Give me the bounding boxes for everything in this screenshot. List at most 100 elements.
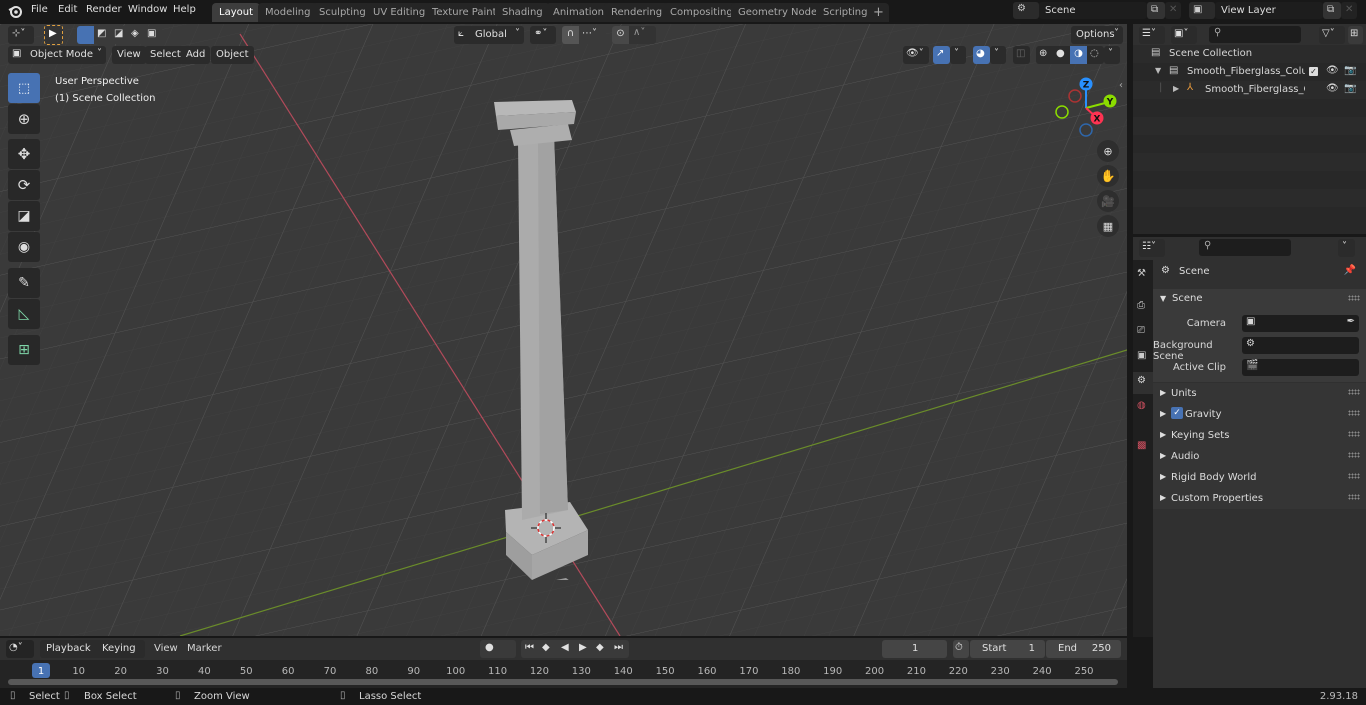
camera-field[interactable]: ▣ ✒ <box>1242 315 1359 332</box>
tab-uv-editing[interactable]: UV Editing <box>366 3 433 22</box>
measure-tool[interactable]: ◺ <box>8 299 40 329</box>
preview-range-toggle[interactable]: ⏱ <box>953 640 969 658</box>
options-dropdown[interactable]: Options ˅ <box>1071 26 1123 44</box>
end-frame-field[interactable]: End 250 <box>1046 640 1121 658</box>
exclude-checkbox[interactable]: ✓ <box>1309 67 1318 76</box>
active-clip-field[interactable]: 🎬 <box>1242 359 1359 376</box>
drag-handle-icon[interactable] <box>1348 389 1360 395</box>
outliner-row-scene-collection[interactable]: ▤ Scene Collection <box>1133 45 1366 63</box>
drag-handle-icon[interactable] <box>1348 295 1360 301</box>
sidebar-toggle-icon[interactable]: ‹ <box>1119 80 1123 91</box>
start-frame-field[interactable]: Start 1 <box>970 640 1045 658</box>
camera-view-button[interactable]: 🎥 <box>1097 190 1119 212</box>
rigid-body-world-panel-header[interactable]: ▶ Rigid Body World <box>1153 467 1366 488</box>
properties-search[interactable]: ⚲ <box>1199 239 1291 256</box>
drag-handle-icon[interactable] <box>1348 431 1360 437</box>
tool-select-button[interactable]: ▶ <box>44 25 63 45</box>
pin-icon[interactable]: 📌 <box>1344 265 1356 276</box>
visibility-dropdown[interactable]: 👁˅ <box>903 46 929 64</box>
new-scene-button[interactable]: ⧉ <box>1147 2 1165 19</box>
select-box-tool[interactable]: ⬚ <box>8 73 40 103</box>
select-extend-button[interactable]: ◩ <box>97 28 106 39</box>
menu-object[interactable]: Object <box>211 46 254 64</box>
play-reverse-button[interactable]: ◀ <box>561 642 569 653</box>
eyedropper-icon[interactable]: ✒ <box>1347 316 1355 327</box>
gravity-panel-header[interactable]: ▶ ✓ Gravity <box>1153 404 1366 425</box>
tab-modeling[interactable]: Modeling <box>258 3 318 22</box>
custom-properties-panel-header[interactable]: ▶ Custom Properties <box>1153 488 1366 509</box>
timeline-scrollbar[interactable] <box>8 679 1118 685</box>
eye-icon[interactable]: 👁 <box>1326 65 1339 76</box>
camera-icon[interactable]: 📷 <box>1344 65 1356 76</box>
new-collection-button[interactable]: ⊞ <box>1348 26 1363 44</box>
play-button[interactable]: ▶ <box>579 642 587 653</box>
output-tab-icon[interactable]: ⎚ <box>1137 325 1145 336</box>
scene-tab-icon[interactable]: ⚙ <box>1133 372 1153 394</box>
tool-tab-icon[interactable]: ⚒ <box>1137 268 1146 279</box>
drag-handle-icon[interactable] <box>1348 473 1360 479</box>
pan-view-button[interactable]: ✋ <box>1097 165 1119 187</box>
menu-help[interactable]: Help <box>173 4 196 15</box>
properties-editor-type[interactable]: ☷˅ <box>1139 239 1165 257</box>
world-tab-icon[interactable]: ◍ <box>1137 400 1146 411</box>
expand-arrow-icon[interactable]: ▼ <box>1155 66 1161 75</box>
zoom-view-button[interactable]: ⊕ <box>1097 140 1119 162</box>
render-tab-icon[interactable]: ⎙ <box>1137 300 1145 311</box>
scene-type-dropdown[interactable]: ⚙ <box>1013 2 1039 19</box>
gizmo-dropdown[interactable]: ˅ <box>950 46 966 64</box>
jump-start-button[interactable]: ⏮ <box>525 642 534 653</box>
prev-keyframe-button[interactable]: ◆ <box>542 642 550 653</box>
gizmo-toggle[interactable]: ↗ <box>933 46 950 64</box>
properties-options-dropdown[interactable]: ˅ <box>1338 239 1355 257</box>
menu-playback[interactable]: Playback <box>46 643 91 654</box>
select-invert-button[interactable]: ◈ <box>131 28 139 39</box>
audio-panel-header[interactable]: ▶ Audio <box>1153 446 1366 467</box>
snap-toggle-button[interactable]: ∩ <box>562 26 579 44</box>
menu-view[interactable]: View <box>154 643 178 654</box>
tab-layout[interactable]: Layout <box>212 3 260 22</box>
tab-shading[interactable]: Shading <box>495 3 550 22</box>
outliner-search[interactable]: ⚲ <box>1209 26 1301 43</box>
eye-icon[interactable]: 👁 <box>1326 83 1339 94</box>
drag-handle-icon[interactable] <box>1348 494 1360 500</box>
drag-handle-icon[interactable] <box>1348 410 1360 416</box>
menu-render[interactable]: Render <box>86 4 122 15</box>
select-new-button[interactable] <box>77 26 94 44</box>
delete-view-layer-button[interactable]: ✕ <box>1341 2 1357 19</box>
rendered-shading-button[interactable]: ◌ <box>1090 48 1099 59</box>
select-intersect-button[interactable]: ▣ <box>147 28 156 39</box>
filter-dropdown[interactable]: ▽˅ <box>1319 26 1345 44</box>
tab-scripting[interactable]: Scripting <box>816 3 875 22</box>
tab-geometry-nodes[interactable]: Geometry Nodes <box>731 3 830 22</box>
view-layer-name-field[interactable]: View Layer <box>1215 2 1323 19</box>
material-shading-button[interactable]: ◑ <box>1070 46 1087 64</box>
blender-logo-icon[interactable] <box>8 4 22 18</box>
menu-edit[interactable]: Edit <box>58 4 77 15</box>
column-object[interactable] <box>480 100 620 580</box>
tab-rendering[interactable]: Rendering <box>604 3 670 22</box>
menu-window[interactable]: Window <box>128 4 167 15</box>
overlays-toggle[interactable]: ◕ <box>973 46 990 64</box>
menu-add[interactable]: Add <box>181 46 211 64</box>
editor-type-dropdown[interactable]: ⊹˅ <box>8 26 34 44</box>
keying-sets-panel-header[interactable]: ▶ Keying Sets <box>1153 425 1366 446</box>
move-tool[interactable]: ✥ <box>8 139 40 169</box>
wireframe-shading-button[interactable]: ⊕ <box>1039 48 1047 59</box>
drag-handle-icon[interactable] <box>1348 452 1360 458</box>
cursor-tool[interactable]: ⊕ <box>8 104 40 134</box>
proportional-edit-toggle[interactable]: ⊙ <box>612 26 629 44</box>
jump-end-button[interactable]: ⏭ <box>614 642 623 653</box>
menu-keying[interactable]: Keying <box>102 643 136 654</box>
add-workspace-button[interactable]: + <box>868 3 889 22</box>
texture-tab-icon[interactable]: ▩ <box>1137 440 1146 451</box>
navigation-gizmo[interactable]: Z Y X <box>1053 74 1123 144</box>
scene-panel-header[interactable]: ▼ Scene <box>1153 289 1366 310</box>
annotate-tool[interactable]: ✎ <box>8 268 40 298</box>
select-subtract-button[interactable]: ◪ <box>114 28 123 39</box>
pivot-point-dropdown[interactable]: ⚭˅ <box>530 26 556 44</box>
tab-compositing[interactable]: Compositing <box>663 3 740 22</box>
next-keyframe-button[interactable]: ◆ <box>596 642 604 653</box>
expand-arrow-icon[interactable]: ▶ <box>1173 84 1179 93</box>
display-mode-dropdown[interactable]: ▣˅ <box>1171 26 1197 44</box>
transform-orientation-dropdown[interactable]: ⟀ Global ˅ <box>454 26 524 44</box>
